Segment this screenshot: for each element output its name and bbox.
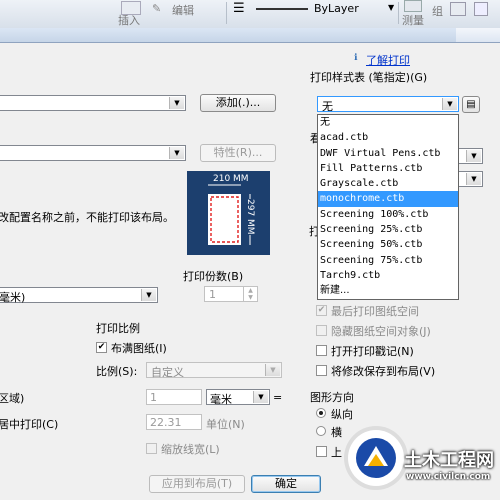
scale-lineweights-label: 缩放线宽(L) (161, 443, 220, 456)
hide-paperspace-objects-label: 隐藏图纸空间对象(J) (331, 325, 431, 338)
overflow-icon[interactable] (474, 2, 488, 16)
paper-width-label: 210 MM (212, 174, 250, 184)
plot-style-select[interactable]: 无 ▼ (317, 96, 459, 113)
add-page-setup-button[interactable]: 添加(.)... (200, 94, 276, 112)
printer-name-select[interactable]: ▼ (0, 145, 186, 161)
linetype-label[interactable]: ByLayer (314, 2, 359, 15)
ok-button[interactable]: 确定 (251, 475, 321, 493)
plot-style-option[interactable]: DWF Virtual Pens.ctb (318, 146, 458, 161)
paper-size-select[interactable]: 毫米) ▼ (0, 287, 158, 304)
save-to-layout-checkbox[interactable] (316, 365, 327, 376)
landscape-radio[interactable] (316, 426, 326, 436)
watermark-url: www.civilcn.com (406, 472, 491, 482)
save-to-layout-label: 将修改保存到布局(V) (331, 365, 436, 378)
plot-style-option[interactable]: Screening 75%.ctb (318, 253, 458, 268)
toolbar-divider (226, 2, 227, 24)
ok-button-label: 确定 (275, 477, 297, 490)
scale-unit-select[interactable]: 毫米 ▼ (206, 389, 270, 406)
scale-value1: 1 (150, 391, 157, 404)
units-label: 单位(N) (206, 418, 245, 431)
plot-style-selected: 无 (322, 100, 333, 113)
table-icon: ▤ (466, 99, 476, 110)
edit-plot-style-button[interactable]: ▤ (462, 96, 480, 113)
scale-select[interactable]: 自定义 ▼ (146, 362, 282, 379)
plot-style-option-highlighted[interactable]: monochrome.ctb (318, 191, 458, 207)
watermark-title: 土木工程网 (404, 450, 494, 471)
measure-label[interactable]: 测量 (402, 12, 424, 28)
plot-style-option[interactable]: Screening 100%.ctb (318, 207, 458, 222)
copies-value: 1 (209, 288, 216, 301)
ribbon-toolbar: 插入 ✎ 编辑 ☰ ByLayer ▼ 测量 组 (0, 0, 500, 29)
paper-height-label: 297 MM (245, 199, 255, 235)
plot-style-option[interactable]: Fill Patterns.ctb (318, 161, 458, 176)
insert-label[interactable]: 插入 (118, 12, 140, 28)
group-label[interactable]: 组 (432, 3, 443, 19)
scale-value-input[interactable]: 1 (146, 389, 202, 405)
scale-label: 比例(S): (96, 365, 138, 378)
center-plot-label: 居中打印(C) (0, 418, 59, 431)
chevron-down-icon[interactable]: ▼ (388, 3, 394, 12)
printer-properties-button[interactable]: 特性(R)... (200, 144, 276, 162)
apply-to-layout-button[interactable]: 应用到布局(T) (149, 475, 245, 493)
plot-style-option[interactable]: Tarch9.ctb (318, 268, 458, 283)
edit-icon[interactable]: ✎ (152, 2, 161, 15)
dialog-title-bar (0, 28, 500, 43)
dpi-select[interactable]: ▼ (455, 171, 483, 187)
properties-button-label: 特性(R)... (213, 146, 263, 159)
scale-value: 自定义 (151, 366, 184, 379)
fit-to-paper-label: 布满图纸(I) (111, 342, 167, 355)
plot-style-option[interactable]: acad.ctb (318, 130, 458, 145)
copies-label: 打印份数(B) (183, 270, 244, 283)
page-setup-name-select[interactable]: ▼ (0, 95, 186, 111)
printer-warning-text: 改配置名称之前，不能打印该布局。 (0, 211, 174, 224)
learn-plot-link[interactable]: 了解打印 (366, 52, 410, 68)
paper-sheet (208, 194, 241, 245)
plot-paperspace-last-checkbox[interactable]: ✔ (316, 305, 327, 316)
group-icon[interactable] (450, 2, 466, 16)
measure-icon[interactable] (404, 0, 422, 12)
upside-down-checkbox[interactable] (316, 446, 327, 457)
add-button-label: 添加(.)... (215, 96, 261, 109)
scale-units-input[interactable]: 22.31 (146, 414, 202, 430)
hide-paperspace-objects-checkbox[interactable] (316, 325, 327, 336)
plot-style-option[interactable]: Screening 25%.ctb (318, 222, 458, 237)
plot-style-option[interactable]: Screening 50%.ctb (318, 237, 458, 252)
fit-to-paper-checkbox[interactable]: ✔ (96, 342, 107, 353)
plot-style-option[interactable]: Grayscale.ctb (318, 176, 458, 191)
unit-equals-sign: = (273, 391, 283, 404)
plot-scale-title: 打印比例 (96, 322, 140, 335)
stepper-arrows-icon[interactable]: ▲ ▼ (243, 287, 257, 301)
quality-select[interactable]: ▼ (455, 148, 483, 164)
apply-to-layout-label: 应用到布局(T) (161, 477, 233, 490)
plot-style-option[interactable]: 无 (318, 115, 458, 130)
window-edge (456, 28, 500, 42)
copies-stepper[interactable]: 1 ▲ ▼ (204, 286, 258, 302)
plot-style-table-title: 打印样式表 (笔指定)(G) (310, 71, 428, 84)
scale-value2: 22.31 (150, 416, 182, 429)
help-icon[interactable]: ℹ (354, 53, 357, 63)
paper-preview: 210 MM 297 MM (187, 171, 270, 255)
list-icon[interactable]: ☰ (233, 1, 245, 16)
civilcn-logo-icon (356, 438, 396, 478)
plot-stamp-checkbox[interactable] (316, 345, 327, 356)
plot-style-dropdown-list: 无 acad.ctb DWF Virtual Pens.ctb Fill Pat… (317, 114, 459, 300)
scale-lineweights-checkbox[interactable] (146, 443, 157, 454)
linetype-line (256, 8, 308, 10)
plot-paperspace-last-label: 最后打印图纸空间 (331, 305, 419, 318)
plot-area-label: 区域) (0, 392, 25, 405)
plot-stamp-label: 打开打印戳记(N) (331, 345, 414, 358)
site-watermark: 土木工程网 www.civilcn.com (336, 420, 500, 500)
paper-size-value: 毫米) (0, 291, 26, 304)
toolbar-divider (398, 2, 399, 24)
edit-label[interactable]: 编辑 (172, 2, 194, 18)
plot-style-option[interactable]: 新建... (318, 283, 458, 298)
portrait-radio[interactable] (316, 408, 326, 418)
orientation-title: 图形方向 (310, 391, 354, 404)
scale-unit-value: 毫米 (210, 393, 232, 406)
